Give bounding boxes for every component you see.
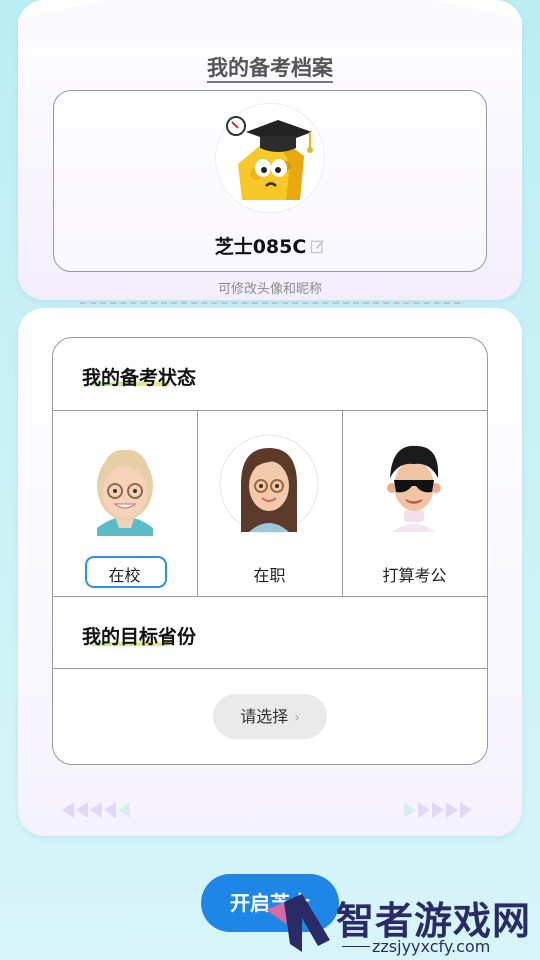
nickname[interactable]: 芝士085C (0, 232, 540, 259)
divider (53, 668, 487, 669)
watermark-logo-icon (266, 894, 330, 952)
province-select-button[interactable]: 请选择 › (213, 694, 327, 739)
edit-hint: 可修改头像和昵称 (217, 282, 322, 297)
edit-icon[interactable] (310, 239, 325, 254)
planning-avatar-icon (387, 445, 441, 532)
page-title: 我的备考档案 (0, 52, 540, 83)
cheese-mascot-icon (226, 116, 313, 200)
status-title: 我的备考状态 (82, 367, 197, 389)
province-select-label: 请选择 (240, 707, 289, 726)
employed-avatar-icon (219, 434, 319, 534)
dashed-divider (80, 302, 460, 304)
status-option-label: 在职 (253, 566, 286, 585)
chevron-right-icon: › (294, 710, 300, 726)
watermark-line (342, 946, 370, 947)
status-option-label: 打算考公 (382, 566, 447, 585)
avatar[interactable] (216, 104, 324, 212)
province-title: 我的目标省份 (82, 626, 197, 648)
right-arrows-icon (404, 802, 472, 818)
student-avatar-icon (97, 449, 153, 536)
divider (53, 596, 487, 597)
watermark-url: zzsjyyxcfy.com (372, 937, 491, 956)
left-arrows-icon (62, 802, 130, 818)
divider (53, 410, 487, 411)
nickname-text: 芝士085C (214, 236, 307, 258)
status-option-label: 在校 (108, 566, 141, 585)
